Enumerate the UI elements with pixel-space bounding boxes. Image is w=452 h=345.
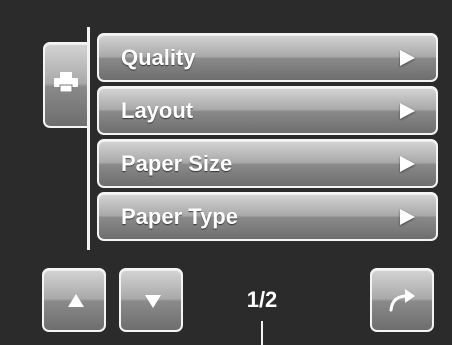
page-indicator-line — [261, 321, 263, 345]
menu-divider — [87, 27, 90, 250]
print-menu-tab[interactable] — [43, 42, 88, 128]
right-arrow-icon — [400, 156, 415, 172]
up-arrow-icon — [68, 294, 84, 307]
menu-item-label: Paper Type — [121, 204, 238, 229]
menu-item-layout[interactable]: Layout — [97, 86, 438, 135]
right-arrow-icon — [400, 103, 415, 119]
right-arrow-icon — [400, 50, 415, 66]
menu-item-paper-size[interactable]: Paper Size — [97, 139, 438, 188]
scroll-down-button[interactable] — [119, 268, 183, 332]
scroll-up-button[interactable] — [42, 268, 106, 332]
printer-icon — [54, 72, 78, 97]
menu-item-quality[interactable]: Quality — [97, 33, 438, 82]
down-arrow-icon — [145, 295, 161, 308]
right-arrow-icon — [400, 209, 415, 225]
menu-item-paper-type[interactable]: Paper Type — [97, 192, 438, 241]
page-indicator: 1/2 — [246, 287, 278, 312]
return-button[interactable] — [370, 268, 434, 332]
return-arrow-icon — [388, 288, 416, 317]
menu-item-label: Layout — [121, 98, 194, 123]
menu-item-label: Paper Size — [121, 151, 233, 176]
menu-item-label: Quality — [121, 45, 196, 70]
